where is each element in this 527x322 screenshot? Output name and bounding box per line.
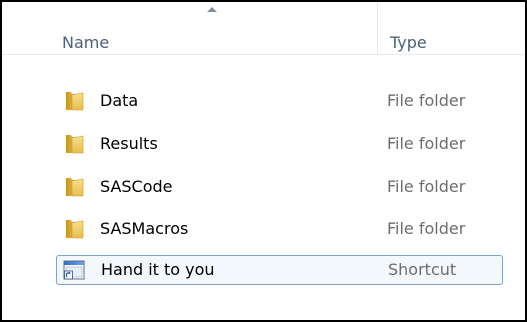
file-type: File folder <box>387 219 466 238</box>
file-type: Shortcut <box>388 260 457 279</box>
file-name: Results <box>100 134 158 153</box>
folder-icon <box>66 92 84 111</box>
file-row-data[interactable]: Data File folder <box>56 86 503 116</box>
file-type: File folder <box>387 134 466 153</box>
file-explorer-pane: Name Type Data File folder Results File … <box>0 0 527 322</box>
file-name: Hand it to you <box>101 260 215 279</box>
shortcut-icon <box>63 260 85 280</box>
sort-ascending-icon <box>207 7 217 12</box>
folder-icon <box>66 220 84 239</box>
file-type: File folder <box>387 177 466 196</box>
file-row-sascode[interactable]: SASCode File folder <box>56 172 503 202</box>
folder-icon <box>66 178 84 197</box>
file-name: SASCode <box>100 177 173 196</box>
column-header-name[interactable]: Name <box>62 33 109 53</box>
file-type: File folder <box>387 91 466 110</box>
file-row-results[interactable]: Results File folder <box>56 129 503 159</box>
file-row-sasmacros[interactable]: SASMacros File folder <box>56 214 503 244</box>
column-header-type[interactable]: Type <box>390 33 427 53</box>
column-header-bar: Name Type <box>2 2 525 55</box>
file-row-hand-it-to-you[interactable]: Hand it to you Shortcut <box>56 255 503 285</box>
file-name: Data <box>100 91 139 110</box>
file-name: SASMacros <box>100 219 189 238</box>
column-divider[interactable] <box>377 2 378 54</box>
folder-icon <box>66 135 84 154</box>
